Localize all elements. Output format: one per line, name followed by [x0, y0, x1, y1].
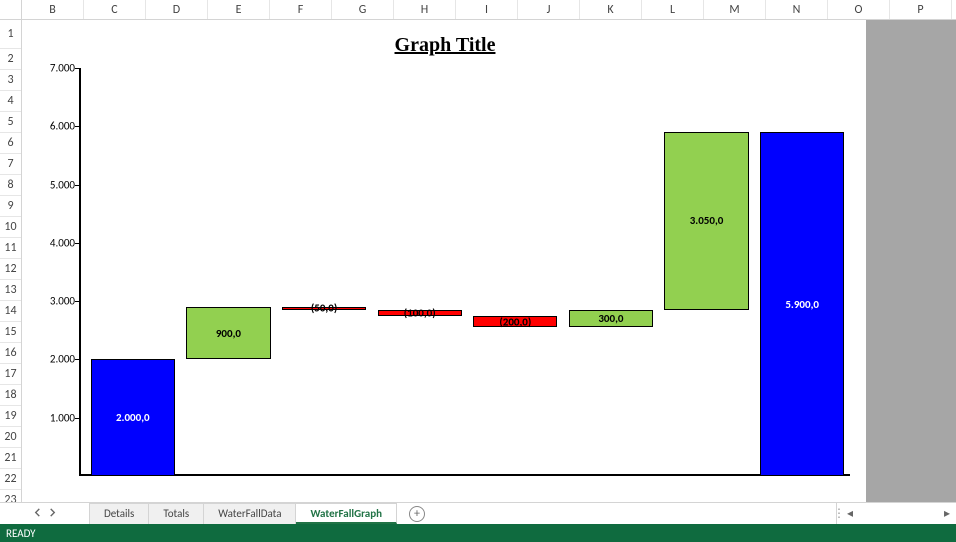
sheet-tab-strip: DetailsTotalsWaterFallDataWaterFallGraph…: [0, 502, 956, 524]
sheet-tab[interactable]: WaterFallGraph: [296, 503, 397, 524]
chart-plot-area[interactable]: 2.000,0900,0(50,0)(100,0)(200,0)300,03.0…: [85, 68, 850, 476]
chart-object[interactable]: Graph Title 2.000,0900,0(50,0)(100,0)(20…: [30, 28, 860, 486]
row-header[interactable]: 17: [0, 364, 21, 385]
column-headers: B C D E F G H I J K L M N O P: [0, 0, 956, 20]
y-tick-label: 3.000: [35, 295, 75, 308]
y-tick-mark: [75, 418, 81, 419]
y-tick-mark: [75, 359, 81, 360]
scroll-track[interactable]: [859, 507, 938, 521]
row-header[interactable]: 13: [0, 280, 21, 301]
y-tick-label: 6.000: [35, 120, 75, 133]
select-all-corner[interactable]: [0, 0, 22, 19]
row-header[interactable]: 3: [0, 70, 21, 91]
row-header[interactable]: 14: [0, 301, 21, 322]
sheet-tab[interactable]: WaterFallData: [204, 503, 296, 524]
y-tick-label: 7.000: [35, 62, 75, 75]
col-header[interactable]: N: [766, 0, 828, 19]
bar-data-label: 3.050,0: [688, 214, 726, 227]
col-header[interactable]: E: [208, 0, 270, 19]
horizontal-scrollbar[interactable]: ⋮ ◂ ▸: [836, 503, 956, 524]
tab-next-icon[interactable]: [48, 507, 57, 521]
col-header[interactable]: D: [146, 0, 208, 19]
y-tick-mark: [75, 126, 81, 127]
bar-data-label: 300,0: [596, 312, 625, 325]
col-header[interactable]: C: [84, 0, 146, 19]
row-headers: 1 2 3 4 5 6 7 8 9 10 11 12 13 14 15 16 1…: [0, 20, 22, 506]
sheet-tab[interactable]: Totals: [149, 503, 204, 524]
sheet-tab[interactable]: Details: [90, 503, 149, 524]
bar-data-label: 2.000,0: [114, 411, 152, 424]
col-header[interactable]: K: [580, 0, 642, 19]
waterfall-bar[interactable]: 5.900,0: [760, 132, 844, 476]
bar-data-label: 5.900,0: [783, 298, 821, 311]
waterfall-bar[interactable]: 300,0: [569, 310, 653, 327]
new-sheet-button[interactable]: +: [397, 503, 437, 524]
row-header[interactable]: 10: [0, 217, 21, 238]
row-header[interactable]: 18: [0, 385, 21, 406]
y-tick-mark: [75, 185, 81, 186]
plus-icon: +: [409, 506, 425, 522]
col-header[interactable]: L: [642, 0, 704, 19]
status-bar: READY: [0, 524, 956, 542]
row-header[interactable]: 15: [0, 322, 21, 343]
col-header[interactable]: P: [890, 0, 952, 19]
y-tick-label: 1.000: [35, 411, 75, 424]
col-header[interactable]: H: [394, 0, 456, 19]
waterfall-bar[interactable]: 900,0: [186, 307, 270, 359]
y-tick-mark: [75, 243, 81, 244]
row-header[interactable]: 11: [0, 238, 21, 259]
waterfall-bar[interactable]: 3.050,0: [664, 132, 748, 310]
row-header[interactable]: 22: [0, 469, 21, 490]
row-header[interactable]: 2: [0, 49, 21, 70]
row-header[interactable]: 7: [0, 154, 21, 175]
col-header[interactable]: J: [518, 0, 580, 19]
row-header[interactable]: 20: [0, 427, 21, 448]
y-tick-mark: [75, 68, 81, 69]
worksheet-grid[interactable]: Graph Title 2.000,0900,0(50,0)(100,0)(20…: [22, 20, 956, 506]
col-header[interactable]: M: [704, 0, 766, 19]
y-tick-label: 5.000: [35, 178, 75, 191]
row-header[interactable]: 8: [0, 175, 21, 196]
row-header[interactable]: 6: [0, 133, 21, 154]
row-header[interactable]: 4: [0, 91, 21, 112]
col-header[interactable]: B: [22, 0, 84, 19]
waterfall-bar[interactable]: 2.000,0: [91, 359, 175, 476]
chart-bars: 2.000,0900,0(50,0)(100,0)(200,0)300,03.0…: [85, 68, 850, 476]
row-header[interactable]: 12: [0, 259, 21, 280]
row-header[interactable]: 16: [0, 343, 21, 364]
status-text: READY: [6, 527, 36, 540]
sheet-tabs: DetailsTotalsWaterFallDataWaterFallGraph: [90, 503, 397, 524]
tab-prev-icon[interactable]: [33, 507, 42, 521]
scroll-left-icon[interactable]: ◂: [841, 506, 859, 521]
tab-nav-buttons[interactable]: [0, 503, 90, 524]
row-header[interactable]: 1: [0, 20, 21, 49]
row-header[interactable]: 5: [0, 112, 21, 133]
row-header[interactable]: 21: [0, 448, 21, 469]
y-tick-label: 2.000: [35, 353, 75, 366]
row-header[interactable]: 19: [0, 406, 21, 427]
scroll-right-icon[interactable]: ▸: [938, 506, 956, 521]
col-header[interactable]: F: [270, 0, 332, 19]
col-header[interactable]: I: [456, 0, 518, 19]
waterfall-bar[interactable]: [282, 307, 366, 310]
excel-window: B C D E F G H I J K L M N O P 1 2 3 4 5 …: [0, 0, 956, 542]
row-header[interactable]: 9: [0, 196, 21, 217]
y-tick-mark: [75, 301, 81, 302]
col-header[interactable]: O: [828, 0, 890, 19]
waterfall-bar[interactable]: [378, 310, 462, 316]
col-header[interactable]: G: [332, 0, 394, 19]
bar-data-label: 900,0: [214, 327, 243, 340]
y-tick-label: 4.000: [35, 236, 75, 249]
waterfall-bar[interactable]: [473, 316, 557, 328]
chart-title[interactable]: Graph Title: [30, 28, 860, 57]
y-axis-line: [79, 68, 81, 476]
